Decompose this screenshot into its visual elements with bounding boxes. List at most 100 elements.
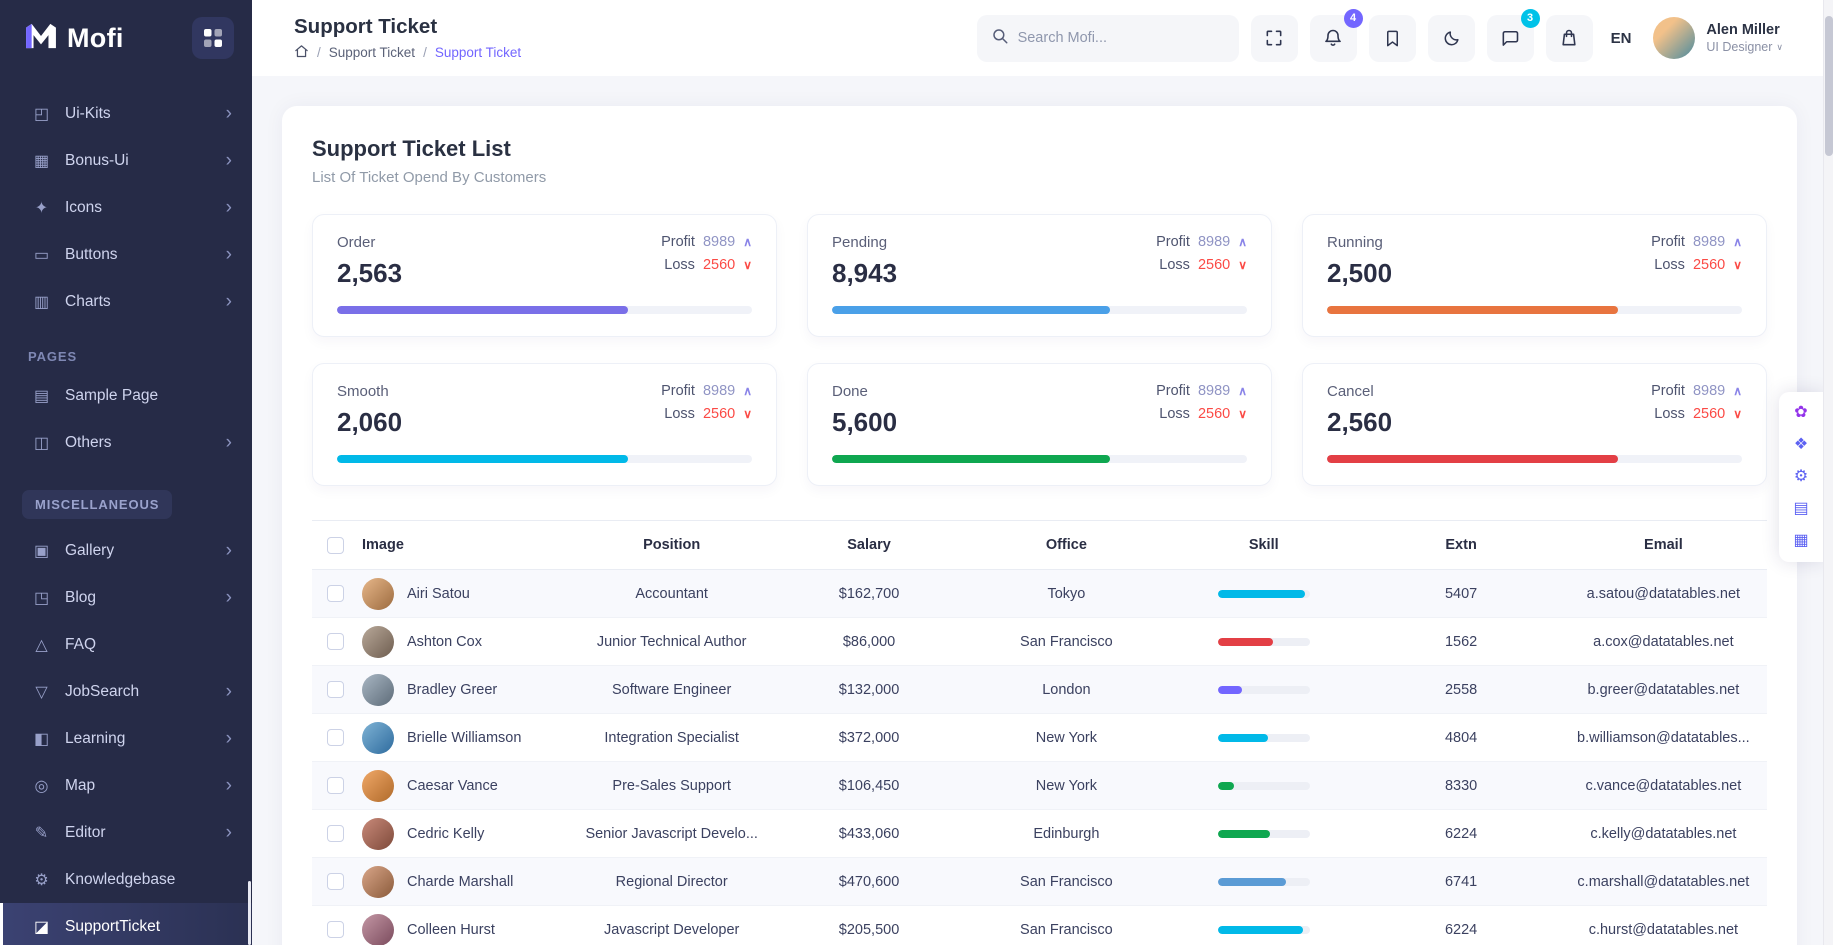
sidebar-item-others[interactable]: ◫ Others › bbox=[0, 419, 252, 466]
sidebar-item-bonus-ui[interactable]: ▦ Bonus-Ui › bbox=[0, 137, 252, 184]
user-profile[interactable]: Alen Miller UI Designer ∨ bbox=[1653, 17, 1783, 59]
select-all-checkbox[interactable] bbox=[327, 537, 344, 554]
sidebar-item-gallery[interactable]: ▣ Gallery › bbox=[0, 527, 252, 574]
search-box[interactable] bbox=[977, 15, 1239, 62]
sidebar-item-label: Blog bbox=[65, 589, 96, 607]
sidebar-item-label: Learning bbox=[65, 730, 125, 748]
caret-up-icon: ∧ bbox=[743, 235, 752, 249]
progress-fill bbox=[832, 455, 1110, 463]
row-checkbox[interactable] bbox=[327, 921, 344, 938]
page-scrollbar-thumb[interactable] bbox=[1825, 16, 1833, 156]
icons-icon: ✦ bbox=[31, 198, 52, 218]
stat-label: Order bbox=[337, 234, 402, 251]
theme-palette-icon[interactable]: ✿ bbox=[1794, 405, 1807, 421]
profit-label: Profit bbox=[1156, 234, 1190, 250]
settings-gear-icon[interactable]: ⚙ bbox=[1794, 469, 1808, 485]
breadcrumb-item[interactable]: Support Ticket bbox=[329, 45, 415, 60]
bookmark-button[interactable] bbox=[1369, 15, 1416, 62]
cart-button[interactable] bbox=[1546, 15, 1593, 62]
column-header-position[interactable]: Position bbox=[573, 537, 770, 553]
progress-track bbox=[832, 306, 1247, 314]
notifications-button[interactable]: 4 bbox=[1310, 15, 1357, 62]
row-checkbox[interactable] bbox=[327, 681, 344, 698]
employee-name: Brielle Williamson bbox=[407, 730, 521, 746]
chevron-down-icon: ∨ bbox=[1776, 42, 1783, 53]
row-checkbox[interactable] bbox=[327, 825, 344, 842]
row-checkbox[interactable] bbox=[327, 873, 344, 890]
loss-label: Loss bbox=[1654, 257, 1685, 273]
messages-button[interactable]: 3 bbox=[1487, 15, 1534, 62]
row-checkbox[interactable] bbox=[327, 777, 344, 794]
sidebar-item-icons[interactable]: ✦ Icons › bbox=[0, 184, 252, 231]
table-row: Colleen Hurst Javascript Developer $205,… bbox=[312, 906, 1767, 945]
progress-fill bbox=[1327, 455, 1618, 463]
skill-cell bbox=[1165, 682, 1362, 698]
table-row: Charde Marshall Regional Director $470,6… bbox=[312, 858, 1767, 906]
column-header-skill[interactable]: Skill bbox=[1165, 537, 1362, 553]
column-header-email[interactable]: Email bbox=[1560, 537, 1767, 553]
sidebar-toggle-button[interactable] bbox=[192, 17, 234, 59]
row-checkbox[interactable] bbox=[327, 585, 344, 602]
position-cell: Senior Javascript Develo... bbox=[573, 826, 770, 842]
progress-fill bbox=[832, 306, 1110, 314]
logo[interactable]: Mofi bbox=[24, 22, 124, 55]
sidebar-item-jobsearch[interactable]: ▽ JobSearch › bbox=[0, 668, 252, 715]
card-subtitle: List Of Ticket Opend By Customers bbox=[312, 169, 1767, 186]
chevron-right-icon: › bbox=[226, 245, 232, 264]
sidebar-item-faq[interactable]: △ FAQ bbox=[0, 621, 252, 668]
skill-cell bbox=[1165, 922, 1362, 938]
caret-down-icon: ∨ bbox=[1238, 407, 1247, 421]
table-row: Caesar Vance Pre-Sales Support $106,450 … bbox=[312, 762, 1767, 810]
bookmark-icon bbox=[1383, 29, 1402, 48]
chevron-right-icon: › bbox=[226, 104, 232, 123]
skill-cell bbox=[1165, 586, 1362, 602]
id-card-icon[interactable]: ▤ bbox=[1793, 501, 1808, 517]
sidebar-item-knowledgebase[interactable]: ⚙ Knowledgebase bbox=[0, 856, 252, 903]
dark-mode-button[interactable] bbox=[1428, 15, 1475, 62]
skill-fill bbox=[1218, 590, 1305, 598]
skill-cell bbox=[1165, 634, 1362, 650]
sidebar-scrollbar-thumb[interactable] bbox=[248, 881, 251, 945]
column-header-salary[interactable]: Salary bbox=[770, 537, 967, 553]
office-cell: Tokyo bbox=[968, 586, 1165, 602]
row-checkbox[interactable] bbox=[327, 729, 344, 746]
email-cell: a.satou@datatables.net bbox=[1560, 586, 1767, 602]
language-selector[interactable]: EN bbox=[1611, 30, 1632, 47]
table-row: Airi Satou Accountant $162,700 Tokyo 540… bbox=[312, 570, 1767, 618]
sidebar-item-charts[interactable]: ▥ Charts › bbox=[0, 278, 252, 325]
main-content: Support Ticket List List Of Ticket Opend… bbox=[252, 76, 1823, 945]
sidebar-item-editor[interactable]: ✎ Editor › bbox=[0, 809, 252, 856]
home-icon[interactable] bbox=[294, 44, 309, 62]
column-header-office[interactable]: Office bbox=[968, 537, 1165, 553]
sidebar-item-ui-kits[interactable]: ◰ Ui-Kits › bbox=[0, 90, 252, 137]
fullscreen-button[interactable] bbox=[1251, 15, 1298, 62]
skill-track bbox=[1218, 830, 1310, 838]
skill-track bbox=[1218, 686, 1310, 694]
table-header-row: Image Position Salary Office Skill Extn … bbox=[312, 520, 1767, 570]
page-scrollbar[interactable] bbox=[1823, 0, 1833, 945]
column-header-image[interactable]: Image bbox=[358, 537, 573, 553]
sidebar-item-sample-page[interactable]: ▤ Sample Page bbox=[0, 372, 252, 419]
profit-value: 8989 bbox=[703, 234, 735, 250]
sidebar-item-learning[interactable]: ◧ Learning › bbox=[0, 715, 252, 762]
sidebar-item-map[interactable]: ◎ Map › bbox=[0, 762, 252, 809]
section-label-pages: PAGES bbox=[28, 349, 252, 364]
layout-widgets-icon[interactable]: ❖ bbox=[1794, 437, 1808, 453]
caret-down-icon: ∨ bbox=[1733, 407, 1742, 421]
email-cell: c.vance@datatables.net bbox=[1560, 778, 1767, 794]
sidebar-item-buttons[interactable]: ▭ Buttons › bbox=[0, 231, 252, 278]
email-cell: b.greer@datatables.net bbox=[1560, 682, 1767, 698]
search-input[interactable] bbox=[1018, 30, 1225, 46]
sidebar-item-supportticket[interactable]: ◪ SupportTicket bbox=[0, 903, 252, 945]
loss-label: Loss bbox=[1159, 406, 1190, 422]
grid-table-icon[interactable]: ▦ bbox=[1793, 533, 1808, 549]
breadcrumb-item-current: Support Ticket bbox=[435, 45, 521, 60]
office-cell: San Francisco bbox=[968, 634, 1165, 650]
row-checkbox[interactable] bbox=[327, 633, 344, 650]
salary-cell: $372,000 bbox=[770, 730, 967, 746]
skill-track bbox=[1218, 734, 1310, 742]
column-header-extn[interactable]: Extn bbox=[1362, 537, 1559, 553]
office-cell: London bbox=[968, 682, 1165, 698]
sidebar-item-blog[interactable]: ◳ Blog › bbox=[0, 574, 252, 621]
skill-cell bbox=[1165, 826, 1362, 842]
